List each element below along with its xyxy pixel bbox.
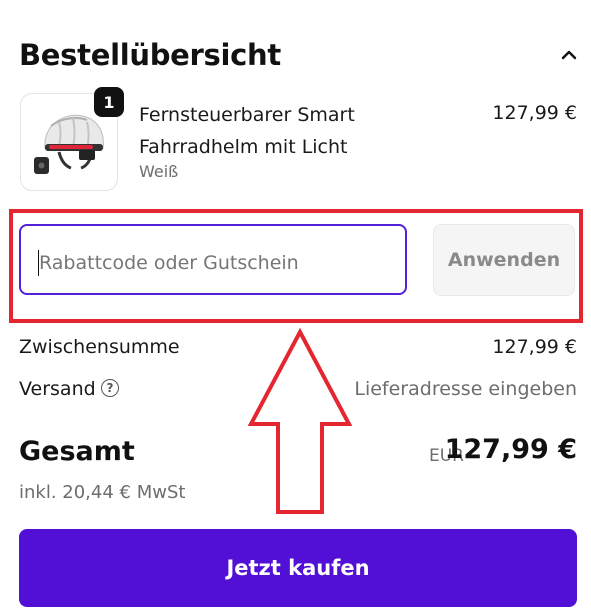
apply-discount-button[interactable]: Anwenden	[433, 224, 575, 296]
chevron-up-icon[interactable]	[560, 48, 578, 62]
total-value: 127,99 €	[444, 434, 577, 465]
subtotal-label: Zwischensumme	[19, 336, 180, 358]
shipping-value: Lieferadresse eingeben	[354, 378, 577, 400]
product-variant: Weiß	[139, 162, 179, 181]
product-price: 127,99 €	[492, 102, 577, 124]
discount-code-input[interactable]: Rabattcode oder Gutschein	[19, 224, 407, 295]
total-label: Gesamt	[19, 436, 135, 467]
product-name: Fernsteuerbarer Smart Fahrradhelm mit Li…	[139, 104, 355, 158]
subtotal-value: 127,99 €	[492, 336, 577, 358]
discount-placeholder: Rabattcode oder Gutschein	[39, 252, 299, 274]
quantity-badge: 1	[94, 87, 124, 117]
tax-note: inkl. 20,44 € MwSt	[19, 482, 186, 503]
order-summary-title: Bestellübersicht	[19, 38, 281, 72]
annotation-arrow-up-icon	[247, 328, 353, 514]
question-circle-icon[interactable]: ?	[101, 379, 119, 397]
shipping-label: Versand	[19, 378, 96, 400]
buy-now-button[interactable]: Jetzt kaufen	[19, 529, 577, 607]
